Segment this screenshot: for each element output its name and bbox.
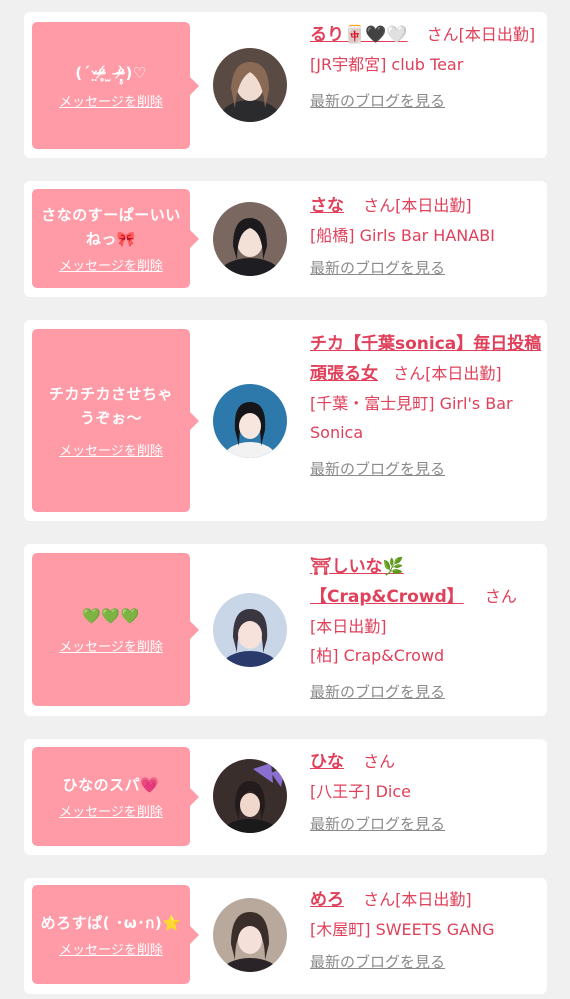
message-text: めろすぱ( ･ω･ก)⭐: [40, 914, 182, 932]
message-text: (ˊᵕ̤ᵒ̴̶̷̥́ ̫ ᵒ̴̶̷̣̥̀)♡: [75, 64, 147, 82]
avatar[interactable]: [213, 898, 287, 972]
honorific: さん: [363, 752, 396, 771]
girl-name-link[interactable]: さな: [310, 196, 344, 216]
honorific: さん: [363, 196, 396, 215]
message-text: さなのすーぱーいいねっ🎀: [41, 206, 181, 248]
avatar[interactable]: [213, 48, 287, 122]
delete-message-link[interactable]: メッセージを削除: [59, 91, 163, 110]
message-text: 💚💚💚: [82, 607, 140, 625]
work-status: [本日出勤]: [395, 890, 472, 909]
work-status: [本日出勤]: [458, 25, 536, 44]
girl-info: ひな さん [八王子] Dice 最新のブログを見る: [310, 747, 542, 839]
message-bubble: めろすぱ( ･ω･ก)⭐ メッセージを削除: [32, 885, 199, 984]
girl-name-link[interactable]: ⛩しいな🌿【Crap&Crowd】: [310, 557, 464, 607]
shop-name: [八王子] Dice: [310, 782, 411, 801]
delete-message-link[interactable]: メッセージを削除: [59, 939, 163, 958]
message-bubble: ひなのスパ💗 メッセージを削除: [32, 747, 199, 846]
honorific: さん: [363, 890, 396, 909]
delete-message-link[interactable]: メッセージを削除: [59, 801, 163, 820]
honorific: さん: [426, 25, 459, 44]
message-text: ひなのスパ💗: [62, 776, 160, 794]
girl-name-link[interactable]: めろ: [310, 890, 344, 910]
message-bubble: チカチカさせちゃうぞぉ〜 メッセージを削除: [32, 329, 199, 512]
girl-name-link[interactable]: るり🀄🖤🤍: [310, 25, 408, 45]
work-status: [本日出勤]: [310, 617, 387, 636]
delete-message-link[interactable]: メッセージを削除: [59, 255, 163, 274]
avatar[interactable]: [213, 202, 287, 276]
latest-blog-link[interactable]: 最新のブログを見る: [310, 678, 445, 707]
girl-name-link[interactable]: ひな: [310, 752, 344, 772]
message-text: チカチカさせちゃうぞぉ〜: [48, 385, 173, 427]
message-bubble: (ˊᵕ̤ᵒ̴̶̷̥́ ̫ ᵒ̴̶̷̣̥̀)♡ メッセージを削除: [32, 22, 199, 149]
latest-blog-link[interactable]: 最新のブログを見る: [310, 810, 445, 839]
message-bubble: さなのすーぱーいいねっ🎀 メッセージを削除: [32, 189, 199, 288]
latest-blog-link[interactable]: 最新のブログを見る: [310, 455, 445, 484]
delete-message-link[interactable]: メッセージを削除: [59, 440, 163, 459]
girl-info: るり🀄🖤🤍 さん[本日出勤] [JR宇都宮] club Tear 最新のブログを…: [310, 20, 542, 116]
girl-info: チカ【千葉sonica】毎日投稿頑張る女 さん[本日出勤] [千葉・富士見町] …: [310, 329, 542, 484]
avatar[interactable]: [213, 384, 287, 458]
message-card: 💚💚💚 メッセージを削除 ⛩しいな🌿【Crap&Crowd】 さん [本日出勤]…: [24, 544, 547, 716]
shop-name: [木屋町] SWEETS GANG: [310, 920, 495, 939]
message-bubble: 💚💚💚 メッセージを削除: [32, 553, 199, 706]
avatar[interactable]: [213, 593, 287, 667]
latest-blog-link[interactable]: 最新のブログを見る: [310, 87, 445, 116]
latest-blog-link[interactable]: 最新のブログを見る: [310, 948, 445, 977]
girl-info: めろ さん[本日出勤] [木屋町] SWEETS GANG 最新のブログを見る: [310, 885, 542, 977]
shop-name: [千葉・富士見町] Girl's Bar Sonica: [310, 394, 513, 442]
girl-info: さな さん[本日出勤] [船橋] Girls Bar HANABI 最新のブログ…: [310, 191, 542, 283]
work-status: [本日出勤]: [395, 196, 472, 215]
delete-message-link[interactable]: メッセージを削除: [59, 636, 163, 655]
work-status: [本日出勤]: [425, 364, 502, 383]
girl-info: ⛩しいな🌿【Crap&Crowd】 さん [本日出勤] [柏] Crap&Cro…: [310, 552, 542, 707]
message-card: ひなのスパ💗 メッセージを削除 ひな さん [八王子] Dice 最新のブログを…: [24, 739, 547, 855]
message-card: (ˊᵕ̤ᵒ̴̶̷̥́ ̫ ᵒ̴̶̷̣̥̀)♡ メッセージを削除 るり🀄🖤🤍 さん…: [24, 12, 547, 158]
message-card: さなのすーぱーいいねっ🎀 メッセージを削除 さな さん[本日出勤] [船橋] G…: [24, 181, 547, 297]
shop-name: [JR宇都宮] club Tear: [310, 55, 464, 74]
honorific: さん: [393, 364, 426, 383]
latest-blog-link[interactable]: 最新のブログを見る: [310, 254, 445, 283]
shop-name: [船橋] Girls Bar HANABI: [310, 226, 495, 245]
message-card: チカチカさせちゃうぞぉ〜 メッセージを削除 チカ【千葉sonica】毎日投稿頑張…: [24, 320, 547, 521]
avatar[interactable]: [213, 759, 287, 833]
message-card: めろすぱ( ･ω･ก)⭐ メッセージを削除 めろ さん[本日出勤] [木屋町] …: [24, 878, 547, 994]
shop-name: [柏] Crap&Crowd: [310, 646, 445, 665]
honorific: さん: [484, 587, 517, 606]
